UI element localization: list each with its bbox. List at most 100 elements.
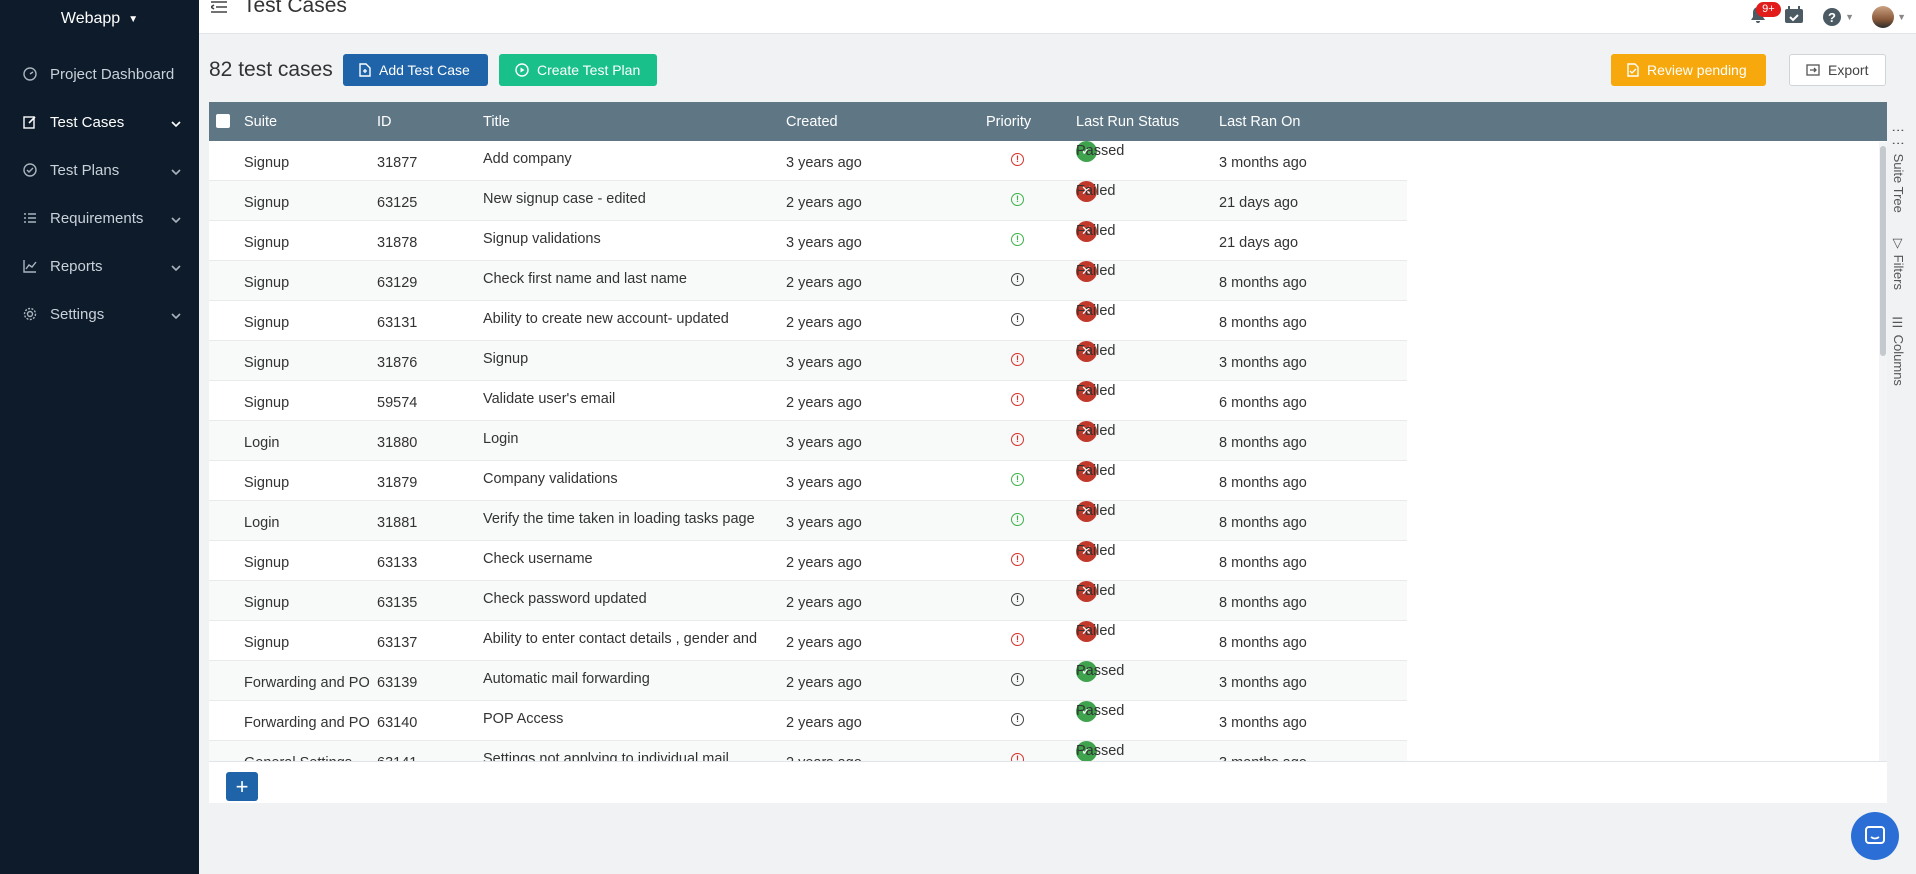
grid-scrollbar[interactable] bbox=[1879, 142, 1887, 762]
priority-medium-icon: ! bbox=[1011, 313, 1027, 329]
chevron-down-icon[interactable] bbox=[171, 163, 181, 180]
review-icon bbox=[1627, 63, 1639, 77]
table-row[interactable]: Login 31881 Verify the time taken in loadi… bbox=[209, 500, 1407, 541]
table-row[interactable]: Signup 59574 Validate user's email 2 years … bbox=[209, 380, 1407, 421]
column-header-priority[interactable]: Priority bbox=[986, 114, 1031, 130]
cell-title[interactable]: New signup case - edited bbox=[483, 191, 773, 207]
cell-last-ran-on: 8 months ago bbox=[1219, 555, 1307, 571]
project-switcher[interactable]: Webapp ▼ bbox=[0, 0, 199, 38]
cell-id: 63125 bbox=[377, 195, 418, 211]
sidebar-item-settings[interactable]: Settings bbox=[0, 290, 199, 338]
avatar bbox=[1872, 6, 1895, 28]
cell-title[interactable]: Company validations bbox=[483, 471, 773, 487]
cell-last-ran-on: 8 months ago bbox=[1219, 475, 1307, 491]
priority-medium-icon: ! bbox=[1011, 273, 1027, 289]
column-header-suite[interactable]: Suite bbox=[244, 114, 277, 130]
cell-title[interactable]: Automatic mail forwarding bbox=[483, 671, 773, 687]
cell-title[interactable]: Signup bbox=[483, 351, 773, 367]
calendar-check-icon[interactable] bbox=[1784, 5, 1804, 29]
help-menu[interactable]: ? ▼ bbox=[1822, 7, 1854, 27]
user-menu[interactable]: ▼ bbox=[1872, 6, 1906, 28]
cell-created: 3 years ago bbox=[786, 515, 862, 531]
cell-suite: Signup bbox=[244, 155, 290, 171]
table-row[interactable]: Signup 63129 Check first name and last nam… bbox=[209, 260, 1407, 301]
cell-last-ran-on: 6 months ago bbox=[1219, 395, 1307, 411]
table-row[interactable]: Login 31880 Login 3 years ago! ✕ Failed 8 mont… bbox=[209, 420, 1407, 461]
chevron-down-icon[interactable] bbox=[171, 259, 181, 276]
scrollbar-thumb[interactable] bbox=[1880, 146, 1886, 356]
export-button[interactable]: Export bbox=[1789, 54, 1886, 86]
sidebar-item-test-cases[interactable]: Test Cases bbox=[0, 98, 199, 146]
table-row[interactable]: Signup 31877 Add company 3 years ago! ✓ Passe… bbox=[209, 141, 1407, 181]
sidebar-item-project-dashboard[interactable]: Project Dashboard bbox=[0, 50, 199, 98]
cell-last-ran-on: 3 months ago bbox=[1219, 155, 1307, 171]
table-row[interactable]: Signup 31876 Signup 3 years ago! ✕ Failed 3 mo… bbox=[209, 340, 1407, 381]
chat-launcher-button[interactable] bbox=[1851, 812, 1899, 860]
table-row[interactable]: Signup 63125 New signup case - edited 2 yea… bbox=[209, 180, 1407, 221]
cell-last-ran-on: 8 months ago bbox=[1219, 275, 1307, 291]
cell-title[interactable]: Settings not applying to individual mail bbox=[483, 751, 773, 761]
add-row-button[interactable]: + bbox=[226, 772, 258, 801]
cell-title[interactable]: POP Access bbox=[483, 711, 773, 727]
table-row[interactable]: Signup 31878 Signup validations 3 years ago… bbox=[209, 220, 1407, 261]
suite-tree-tab[interactable]: ⋮⋮ Suite Tree bbox=[1891, 124, 1906, 213]
cell-created: 2 years ago bbox=[786, 635, 862, 651]
cell-title[interactable]: Ability to enter contact details , gende… bbox=[483, 631, 773, 647]
cell-suite: Signup bbox=[244, 635, 290, 651]
cell-last-ran-on: 3 months ago bbox=[1219, 675, 1307, 691]
top-icons: 9+ ? ▼ ▼ bbox=[1750, 0, 1916, 34]
table-row[interactable]: Signup 63131 Ability to create new account… bbox=[209, 300, 1407, 341]
check-circle-icon bbox=[22, 162, 38, 178]
cell-title[interactable]: Verify the time taken in loading tasks p… bbox=[483, 511, 773, 527]
cell-title[interactable]: Validate user's email bbox=[483, 391, 773, 407]
table-row[interactable]: Signup 63133 Check username 2 years ago! ✕ Fa… bbox=[209, 540, 1407, 581]
column-header-last-ran-on[interactable]: Last Ran On bbox=[1219, 114, 1300, 130]
cell-created: 2 years ago bbox=[786, 595, 862, 611]
chevron-down-icon[interactable] bbox=[171, 115, 181, 132]
table-row[interactable]: Forwarding and PO 63139 Automatic mail for… bbox=[209, 660, 1407, 701]
cell-title[interactable]: Login bbox=[483, 431, 773, 447]
notification-badge: 9+ bbox=[1756, 1, 1781, 17]
cell-id: 63135 bbox=[377, 595, 418, 611]
cell-title[interactable]: Add company bbox=[483, 151, 773, 167]
columns-tab[interactable]: ☰ Columns bbox=[1891, 316, 1906, 386]
cell-title[interactable]: Signup validations bbox=[483, 231, 773, 247]
sidebar-item-reports[interactable]: Reports bbox=[0, 242, 199, 290]
play-circle-icon bbox=[515, 63, 529, 77]
side-panel-tabs: ⋮⋮ Suite Tree ▽ Filters ☰ Columns bbox=[1887, 102, 1909, 803]
column-header-title[interactable]: Title bbox=[483, 114, 510, 130]
suite-tree-label: Suite Tree bbox=[1891, 153, 1906, 213]
cell-id: 31878 bbox=[377, 235, 418, 251]
cell-id: 31881 bbox=[377, 515, 418, 531]
collapse-menu-icon[interactable] bbox=[209, 0, 227, 19]
notifications-button[interactable]: 9+ bbox=[1750, 1, 1781, 29]
filters-tab[interactable]: ▽ Filters bbox=[1891, 236, 1906, 290]
table-row[interactable]: Signup 31879 Company validations 3 years ag… bbox=[209, 460, 1407, 501]
priority-high-icon: ! bbox=[1011, 353, 1027, 369]
column-header-created[interactable]: Created bbox=[786, 114, 838, 130]
table-row[interactable]: Signup 63137 Ability to enter contact deta… bbox=[209, 620, 1407, 661]
priority-high-icon: ! bbox=[1011, 633, 1027, 649]
select-all-checkbox[interactable] bbox=[216, 114, 230, 128]
status-text: Failed bbox=[1076, 463, 1116, 479]
add-test-case-button[interactable]: Add Test Case bbox=[343, 54, 488, 86]
page-title: Test Cases bbox=[243, 0, 347, 17]
cell-title[interactable]: Ability to create new account- updated bbox=[483, 311, 773, 327]
chevron-down-icon[interactable] bbox=[171, 211, 181, 228]
cell-title[interactable]: Check first name and last name bbox=[483, 271, 773, 287]
cell-title[interactable]: Check username bbox=[483, 551, 773, 567]
priority-medium-icon: ! bbox=[1011, 673, 1027, 689]
table-row[interactable]: Signup 63135 Check password updated 2 years… bbox=[209, 580, 1407, 621]
column-header-id[interactable]: ID bbox=[377, 114, 392, 130]
table-row[interactable]: Forwarding and PO 63140 POP Access 2 years … bbox=[209, 700, 1407, 741]
table-row[interactable]: General Settings63141Settings not applyi… bbox=[209, 740, 1407, 761]
review-pending-button[interactable]: Review pending bbox=[1611, 54, 1766, 86]
sidebar-item-label: Settings bbox=[50, 305, 105, 323]
sidebar-item-requirements[interactable]: Requirements bbox=[0, 194, 199, 242]
cell-title[interactable]: Check password updated bbox=[483, 591, 773, 607]
priority-low-icon: ! bbox=[1011, 193, 1027, 209]
sidebar-item-test-plans[interactable]: Test Plans bbox=[0, 146, 199, 194]
create-test-plan-button[interactable]: Create Test Plan bbox=[499, 54, 657, 86]
chevron-down-icon[interactable] bbox=[171, 307, 181, 324]
column-header-last-run-status[interactable]: Last Run Status bbox=[1076, 114, 1179, 130]
